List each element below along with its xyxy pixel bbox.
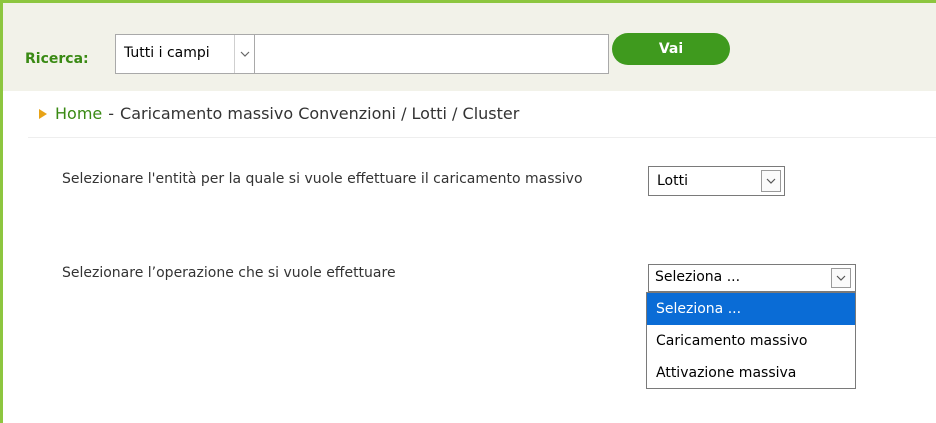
- breadcrumb-separator: -: [108, 104, 115, 123]
- operation-option-seleziona[interactable]: Seleziona ...: [647, 293, 855, 325]
- breadcrumb-divider: [28, 137, 936, 138]
- search-bar: Ricerca: Tutti i campi Vai: [3, 3, 936, 91]
- chevron-down-icon: [234, 35, 254, 73]
- entity-label: Selezionare l'entità per la quale si vuo…: [62, 171, 583, 187]
- search-field-select-value: Tutti i campi: [124, 45, 210, 61]
- operation-select-value: Seleziona ...: [655, 269, 741, 285]
- entity-select[interactable]: Lotti: [648, 166, 785, 196]
- search-label: Ricerca:: [25, 51, 89, 67]
- triangle-right-icon: [39, 108, 47, 119]
- entity-select-value: Lotti: [657, 173, 688, 189]
- chevron-down-icon: [831, 268, 851, 288]
- operation-option-caricamento-massivo[interactable]: Caricamento massivo: [647, 325, 855, 357]
- breadcrumb-current: Caricamento massivo Convenzioni / Lotti …: [120, 104, 520, 123]
- search-field-select[interactable]: Tutti i campi: [115, 34, 255, 74]
- operation-label: Selezionare l’operazione che si vuole ef…: [62, 265, 396, 281]
- breadcrumb: Home - Caricamento massivo Convenzioni /…: [39, 104, 519, 123]
- operation-dropdown-list: Seleziona ... Caricamento massivo Attiva…: [646, 292, 856, 389]
- breadcrumb-home-link[interactable]: Home: [55, 104, 102, 123]
- operation-select[interactable]: Seleziona ...: [648, 264, 856, 292]
- go-button[interactable]: Vai: [612, 33, 730, 65]
- operation-option-attivazione-massiva[interactable]: Attivazione massiva: [647, 357, 855, 389]
- search-input[interactable]: [255, 34, 609, 74]
- chevron-down-icon: [761, 170, 781, 192]
